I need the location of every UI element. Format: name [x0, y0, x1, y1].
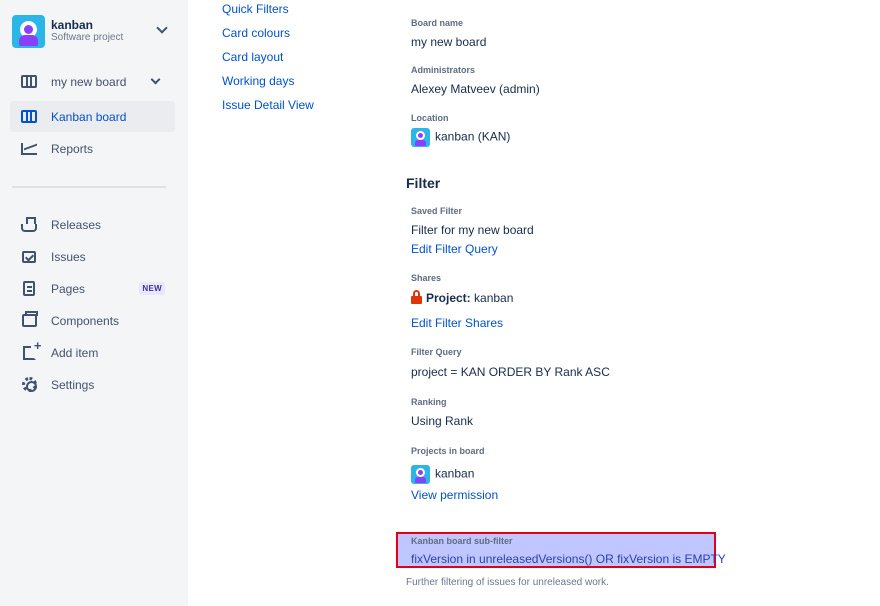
project-avatar-icon [411, 128, 430, 147]
project-name: kanban [51, 17, 94, 32]
project-text: kanban [435, 466, 475, 481]
new-badge: NEW [139, 282, 165, 295]
subfilter-help-text: Further filtering of issues for unreleas… [406, 577, 609, 588]
settings-link-card-colours[interactable]: Card colours [222, 26, 290, 40]
location-label: Location [411, 113, 449, 123]
settings-link-working-days[interactable]: Working days [222, 74, 294, 88]
board-icon [20, 108, 38, 126]
issues-icon [20, 248, 38, 266]
filter-section-title: Filter [406, 175, 441, 191]
administrators-label: Administrators [411, 65, 476, 75]
view-permission-link[interactable]: View permission [411, 488, 498, 502]
add-item-icon [20, 338, 42, 362]
shares-label: Shares [411, 273, 442, 283]
sidebar-item-settings[interactable]: Settings [10, 369, 175, 400]
sidebar-item-add-item[interactable]: Add item [10, 337, 175, 368]
subfilter-label: Kanban board sub-filter [411, 536, 513, 546]
filter-query-label: Filter Query [411, 347, 462, 357]
sidebar-item-label: Kanban board [51, 109, 127, 124]
sidebar-item-label: Settings [51, 377, 95, 392]
settings-icon [20, 376, 38, 394]
project-type: Software project [51, 32, 124, 44]
chevron-down-icon[interactable] [156, 22, 168, 34]
project-avatar-icon [411, 465, 430, 484]
shares-prefix: Project: [426, 291, 471, 305]
location-text: kanban (KAN) [435, 129, 511, 144]
sidebar: kanban Software project my new board Kan… [0, 0, 188, 606]
edit-filter-query-link[interactable]: Edit Filter Query [411, 242, 498, 256]
subfilter-value[interactable]: fixVersion in unreleasedVersions() OR fi… [411, 552, 726, 566]
components-icon [20, 311, 38, 330]
board-icon [20, 73, 38, 91]
edit-filter-shares-link[interactable]: Edit Filter Shares [411, 316, 503, 330]
releases-icon [20, 216, 38, 234]
saved-filter-value: Filter for my new board [411, 223, 534, 237]
settings-link-issue-detail-view[interactable]: Issue Detail View [222, 98, 314, 112]
administrators-value: Alexey Matveev (admin) [411, 82, 540, 96]
sidebar-item-reports[interactable]: Reports [10, 133, 175, 164]
ranking-value: Using Rank [411, 414, 474, 428]
lock-icon [411, 290, 422, 305]
board-selector[interactable]: my new board [10, 66, 175, 97]
settings-link-quick-filters[interactable]: Quick Filters [222, 2, 289, 16]
location-value: kanban (KAN) [411, 128, 510, 147]
sidebar-item-components[interactable]: Components [10, 305, 175, 336]
board-selector-label: my new board [51, 74, 127, 89]
sidebar-item-label: Pages [51, 281, 86, 296]
sidebar-item-releases[interactable]: Releases [10, 209, 175, 240]
project-avatar-icon [12, 14, 45, 48]
sidebar-item-label: Releases [51, 217, 102, 232]
pages-icon [20, 280, 38, 298]
reports-icon [20, 140, 38, 158]
shares-value: Project: kanban [411, 290, 514, 305]
sidebar-divider [12, 186, 166, 188]
sidebar-item-label: Add item [51, 345, 99, 360]
settings-link-card-layout[interactable]: Card layout [222, 50, 283, 64]
chevron-down-icon[interactable] [150, 74, 161, 85]
board-name-label: Board name [411, 18, 464, 28]
sidebar-item-label: Components [51, 313, 120, 328]
projects-value: kanban [411, 465, 474, 484]
project-header[interactable]: kanban Software project [12, 14, 172, 48]
saved-filter-label: Saved Filter [411, 206, 463, 216]
shares-project: kanban [474, 291, 514, 305]
projects-label: Projects in board [411, 446, 485, 456]
sidebar-item-label: Issues [51, 249, 86, 264]
board-name-value: my new board [411, 35, 487, 49]
sidebar-item-issues[interactable]: Issues [10, 241, 175, 272]
sidebar-item-label: Reports [51, 141, 94, 156]
sidebar-item-kanban-board[interactable]: Kanban board [10, 101, 175, 132]
ranking-label: Ranking [411, 397, 447, 407]
sidebar-item-pages[interactable]: Pages NEW [10, 273, 175, 304]
filter-query-value: project = KAN ORDER BY Rank ASC [411, 365, 610, 379]
